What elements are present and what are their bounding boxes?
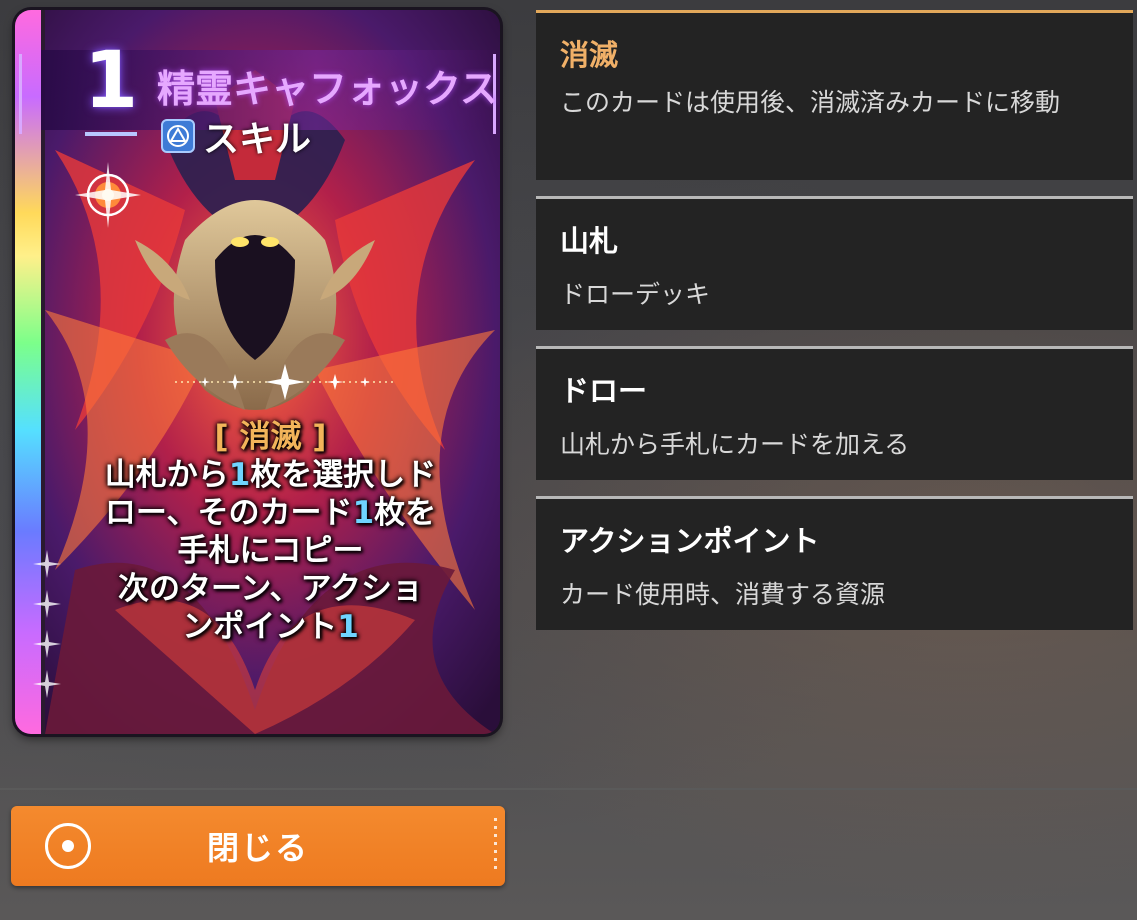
effect-line-5: ンポイント1 [182, 609, 359, 645]
keyword-title: 消滅 [560, 38, 619, 72]
card-cost: 1 [83, 36, 139, 126]
keyword-panel-draw: ドロー 山札から手札にカードを加える [536, 346, 1133, 480]
keyword-title: ドロー [560, 374, 648, 408]
effect-keyword: [ 消滅 ] [214, 419, 327, 455]
card-type-row: スキル [161, 110, 311, 162]
keyword-description: 山札から手札にカードを加える [560, 430, 910, 459]
effect-line-4: 次のターン、アクショ [117, 571, 424, 607]
effect-line-2: ロー、そのカード1枚を [104, 495, 437, 531]
keyword-description: ドローデッキ [560, 280, 711, 309]
card-type-label: スキル [203, 119, 312, 160]
compass-star-icon [75, 162, 141, 228]
close-button-label: 閉じる [206, 829, 309, 867]
sparkle-divider [175, 364, 395, 400]
cost-underline [85, 132, 137, 136]
keyword-title: 山札 [560, 224, 619, 258]
circle-dot-icon [45, 823, 91, 869]
keyword-panel-action-point: アクションポイント カード使用時、消費する資源 [536, 496, 1133, 630]
keyword-panel-shoumetsu: 消滅 このカードは使用後、消滅済みカードに移動 [536, 10, 1133, 180]
footer-divider [0, 788, 1137, 790]
title-frame-left [19, 54, 22, 134]
keyword-description: このカードは使用後、消滅済みカードに移動 [560, 88, 1061, 117]
keyword-description: カード使用時、消費する資源 [560, 580, 886, 609]
side-star-ornament [33, 550, 61, 698]
close-button[interactable]: 閉じる [11, 806, 505, 886]
effect-line-3: 手札にコピー [177, 533, 364, 569]
keyword-panel-yamafuda: 山札 ドローデッキ [536, 196, 1133, 330]
skill-triangle-icon [161, 119, 195, 153]
effect-line-1: 山札から1枚を選択しド [104, 457, 437, 493]
card-name: 精霊キャフォックス [157, 67, 498, 111]
keyword-title: アクションポイント [560, 524, 820, 558]
card-detail: 1 精霊キャフォックス スキル [ 消滅 ] 山札から1枚を選択しド ロー、その… [15, 10, 500, 734]
card-effect-text: [ 消滅 ] 山札から1枚を選択しド ロー、そのカード1枚を 手札にコピー 次の… [41, 418, 500, 646]
button-edge-dots [494, 818, 497, 874]
